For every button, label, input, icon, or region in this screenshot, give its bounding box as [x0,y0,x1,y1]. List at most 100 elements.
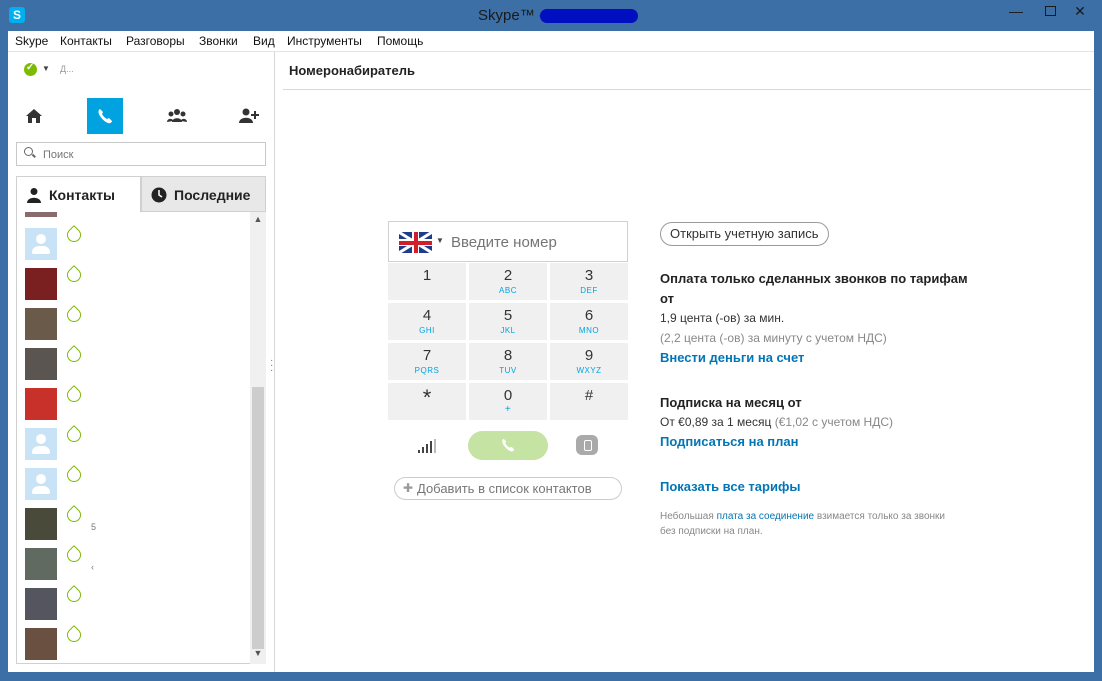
phone-icon [502,438,515,452]
key-star[interactable]: * [388,383,466,420]
key-digit: * [422,385,432,410]
key-letters: DEF [580,286,598,295]
nav-dialpad-button[interactable] [87,98,123,134]
show-all-rates-link[interactable]: Показать все тарифы [660,479,800,494]
maximize-icon [1044,6,1056,16]
phone-number-input[interactable] [451,232,621,252]
avatar [25,388,57,420]
key-digit: 8 [503,347,513,364]
note-prefix: Небольшая [660,511,714,522]
contact-row[interactable] [25,585,225,622]
contact-row[interactable] [25,265,225,302]
key-digit: 2 [503,267,513,284]
key-1[interactable]: 1 [388,263,466,300]
menu-help[interactable]: Помощь [377,34,423,48]
tab-recent[interactable]: Последние [141,176,266,212]
presence-icon [64,385,84,405]
subscribe-link[interactable]: Подписаться на план [660,434,799,449]
contact-row[interactable] [25,465,225,502]
avatar [25,628,57,660]
user-display-name[interactable]: Д... [60,64,74,74]
tab-contacts[interactable]: Контакты [16,176,141,212]
sms-icon[interactable] [576,435,598,455]
contact-row[interactable] [25,625,225,662]
key-digit: 3 [584,267,594,284]
key-2[interactable]: 2 ABC [469,263,547,300]
contact-row[interactable] [25,225,225,262]
add-to-contacts-label: Добавить в список контактов [417,481,592,496]
per-minute-rate-vat: (2,2 цента (-ов) за минуту с учетом НДС) [660,331,887,345]
key-8[interactable]: 8 TUV [469,343,547,380]
uk-flag-icon[interactable] [399,232,432,253]
status-dropdown-icon[interactable]: ▼ [42,64,50,73]
sidebar: ✓ ▼ Д... Контакты [8,52,275,672]
key-letters: MNO [578,326,600,335]
contact-row[interactable]: ‹ [25,545,225,582]
search-input[interactable] [43,147,253,162]
contact-row[interactable] [25,345,225,382]
call-button[interactable] [468,431,548,460]
number-field[interactable]: ▼ [388,221,628,262]
redacted-username [540,9,638,23]
key-9[interactable]: 9 WXYZ [550,343,628,380]
key-7[interactable]: 7 PQRS [388,343,466,380]
avatar [25,428,57,460]
window-title: Skype™ - [478,7,544,24]
key-letters: GHI [419,326,435,335]
key-5[interactable]: 5 JKL [469,303,547,340]
client-area: ✓ ▼ Д... Контакты [8,52,1094,672]
presence-icon [64,225,84,245]
minimize-button[interactable]: — [1002,0,1030,22]
online-status-icon[interactable]: ✓ [24,62,37,76]
contact-list[interactable]: 5 ‹ [16,212,266,664]
contact-row[interactable] [25,385,225,422]
skype-window: S Skype™ - — ✕ Skype Контакты Разговоры … [0,0,1102,681]
add-person-icon: ✚ [403,481,414,495]
check-icon: ✓ [26,62,35,73]
pay-as-you-go-heading: Оплата только сделанных звонков по тариф… [660,271,968,286]
menu-tools[interactable]: Инструменты [287,34,362,48]
contact-row[interactable]: 5 [25,505,225,542]
menu-conversations[interactable]: Разговоры [126,34,185,48]
avatar [25,228,57,260]
contact-row[interactable] [25,425,225,462]
page-title: Номеронабиратель [289,63,416,78]
title-bar: S Skype™ - — ✕ [0,0,1102,31]
nav-group-button[interactable] [159,98,195,134]
key-6[interactable]: 6 MNO [550,303,628,340]
add-money-link[interactable]: Внести деньги на счет [660,350,804,365]
menu-view[interactable]: Вид [253,34,275,48]
close-button[interactable]: ✕ [1058,0,1102,22]
skype-app-icon[interactable]: S [9,7,25,23]
presence-icon [64,425,84,445]
key-0[interactable]: 0 + [469,383,547,420]
tab-contacts-label: Контакты [49,187,116,203]
scroll-down-icon[interactable]: ▼ [250,648,266,662]
menu-skype[interactable]: Skype [15,34,48,48]
nav-home-button[interactable] [16,98,52,134]
title-divider [283,89,1091,90]
key-digit: 5 [503,307,513,324]
key-4[interactable]: 4 GHI [388,303,466,340]
key-letters: WXYZ [576,366,602,375]
scroll-up-icon[interactable]: ▲ [250,214,266,228]
scroll-thumb[interactable] [252,387,264,649]
key-3[interactable]: 3 DEF [550,263,628,300]
country-dropdown-icon[interactable]: ▼ [436,236,444,245]
pane-splitter[interactable]: · · · [270,356,274,376]
contact-row[interactable] [25,305,225,342]
add-to-contacts-button[interactable]: ✚ Добавить в список контактов [394,477,622,500]
presence-icon [64,545,84,565]
tab-recent-label: Последние [174,187,251,203]
nav-add-contact-button[interactable] [231,98,267,134]
avatar [25,268,57,300]
open-account-button[interactable]: Открыть учетную запись [660,222,829,246]
presence-icon [64,625,84,645]
menu-calls[interactable]: Звонки [199,34,238,48]
connection-fee-link[interactable]: плата за соединение [717,511,815,522]
main-pane: Номеронабиратель ▼ 1 2 ABC 3 DEF 4 GHI 5 JKL [283,52,1094,672]
contact-list-scrollbar[interactable]: ▲ ▼ [250,212,266,664]
search-box[interactable] [16,142,266,166]
menu-contacts[interactable]: Контакты [60,34,112,48]
key-hash[interactable]: # [550,383,628,420]
